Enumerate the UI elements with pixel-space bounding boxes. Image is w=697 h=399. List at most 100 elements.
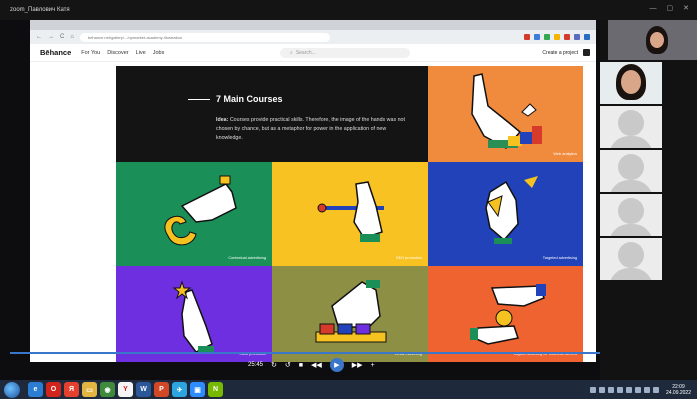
nav-jobs[interactable]: Jobs xyxy=(153,50,165,56)
hand-illustration-icon xyxy=(470,284,546,345)
avatar xyxy=(618,198,644,224)
extension-icon[interactable] xyxy=(564,34,570,40)
folder-icon[interactable]: ▭ xyxy=(82,382,97,397)
create-project-button[interactable]: Create a project xyxy=(542,50,578,56)
participant-avatar-3[interactable] xyxy=(600,106,662,148)
meeting-title-bar: zoom_Павлович Катя — ▢ ✕ xyxy=(0,0,697,20)
volume-tray-icon[interactable] xyxy=(643,386,650,393)
caption-seo-promotion: SEO promotion xyxy=(396,256,422,260)
reload-icon[interactable]: C xyxy=(60,34,64,40)
browser-address-row: ← → C ⌂ behance.net/gallery/.../upmarket… xyxy=(30,30,596,44)
word-icon[interactable]: W xyxy=(136,382,151,397)
yandex-browser-icon[interactable]: Y xyxy=(118,382,133,397)
system-tray: 22:09 24.09.2022 xyxy=(589,384,697,396)
nav-for-you[interactable]: For You xyxy=(81,50,100,56)
ie-icon[interactable]: e xyxy=(28,382,43,397)
participant-avatar-6[interactable] xyxy=(600,238,662,280)
participants-panel xyxy=(600,20,697,380)
close-icon[interactable]: ✕ xyxy=(683,5,689,13)
hand-illustration-icon xyxy=(315,280,387,343)
description-lead: Idea: xyxy=(216,117,229,123)
avatar xyxy=(618,154,644,180)
gallery-title: 7 Main Courses xyxy=(216,94,283,104)
opera-icon[interactable]: O xyxy=(46,382,61,397)
powerpoint-icon[interactable]: P xyxy=(154,382,169,397)
chrome-icon[interactable]: ◉ xyxy=(100,382,115,397)
undo-icon[interactable]: ↺ xyxy=(285,361,291,369)
forward-icon[interactable]: → xyxy=(48,34,54,40)
menu-icon[interactable] xyxy=(583,49,590,56)
taskbar-apps: e O Я ▭ ◉ Y W P ✈ ▣ N xyxy=(28,382,223,397)
extensions-row xyxy=(524,34,596,40)
rewind-icon[interactable]: ◀◀ xyxy=(311,361,322,369)
search-input[interactable]: ⌕ Search... xyxy=(280,48,410,58)
maximize-icon[interactable]: ▢ xyxy=(667,5,674,13)
face-shape xyxy=(650,32,664,48)
hand-illustration-icon xyxy=(485,176,538,244)
participant-video-2[interactable] xyxy=(600,62,662,104)
zoom-icon[interactable]: ▣ xyxy=(190,382,205,397)
avatar-body xyxy=(609,180,653,192)
caption-web-analytics: Web analytics xyxy=(553,152,577,156)
home-icon[interactable]: ⌂ xyxy=(70,34,74,40)
back-icon[interactable]: ← xyxy=(36,34,42,40)
hand-illustration-icon xyxy=(317,181,384,242)
window-controls: — ▢ ✕ xyxy=(650,5,690,13)
card-web-analytics[interactable]: Web analytics xyxy=(428,66,583,162)
participant-video-1[interactable] xyxy=(608,20,697,60)
hand-illustration-icon xyxy=(164,175,237,246)
nvidia-icon[interactable]: N xyxy=(208,382,223,397)
description-body: Courses provide practical skills. Theref… xyxy=(216,117,405,141)
redo-icon[interactable]: ↻ xyxy=(271,361,277,369)
nav-discover[interactable]: Discover xyxy=(107,50,128,56)
tray-icon[interactable] xyxy=(625,386,632,393)
avatar-body xyxy=(609,268,653,280)
tray-icon[interactable] xyxy=(634,386,641,393)
fast-forward-icon[interactable]: ▶▶ xyxy=(352,361,363,369)
extension-icon[interactable] xyxy=(544,34,550,40)
card-smm-promotion[interactable]: SMM promotion xyxy=(116,266,272,362)
network-tray-icon[interactable] xyxy=(652,386,659,393)
intro-panel: 7 Main Courses Idea: Courses provide pra… xyxy=(116,66,428,162)
tray-icon[interactable] xyxy=(607,386,614,393)
hand-illustration-icon xyxy=(172,280,214,353)
stop-icon[interactable]: ■ xyxy=(299,362,303,369)
nav-live[interactable]: Live xyxy=(136,50,146,56)
extension-icon[interactable] xyxy=(574,34,580,40)
participant-avatar-5[interactable] xyxy=(600,194,662,236)
card-targeted-advertising[interactable]: Targeted advertising xyxy=(428,162,583,266)
extension-icon[interactable] xyxy=(524,34,530,40)
avatar xyxy=(618,110,644,136)
address-bar[interactable]: behance.net/gallery/.../upmarket-academy… xyxy=(79,32,330,42)
caption-targeted-advertising: Targeted advertising xyxy=(542,256,577,260)
windows-taskbar: e O Я ▭ ◉ Y W P ✈ ▣ N 22:09 24.09.2022 xyxy=(0,380,697,399)
volume-icon[interactable]: + xyxy=(371,362,375,369)
hand-illustration-icon xyxy=(471,73,542,149)
extension-icon[interactable] xyxy=(554,34,560,40)
playback-progress-bar[interactable] xyxy=(10,352,602,354)
telegram-icon[interactable]: ✈ xyxy=(172,382,187,397)
yandex-icon[interactable]: Я xyxy=(64,382,79,397)
extension-icon[interactable] xyxy=(534,34,540,40)
search-placeholder: Search... xyxy=(295,50,316,56)
playback-time: 25:45 xyxy=(248,362,264,368)
behance-logo[interactable]: Bēhance xyxy=(40,48,71,57)
browser-tab-strip[interactable] xyxy=(30,20,596,30)
tray-icon[interactable] xyxy=(589,386,596,393)
clock-date: 24.09.2022 xyxy=(665,389,691,396)
minimize-icon[interactable]: — xyxy=(650,5,657,13)
card-contextual-advertising[interactable]: Contextual advertising xyxy=(116,162,272,266)
gallery-description: Idea: Courses provide practical skills. … xyxy=(216,116,406,143)
tray-icon[interactable] xyxy=(616,386,623,393)
card-seo-promotion[interactable]: SEO promotion xyxy=(272,162,428,266)
card-digital-marketing[interactable]: Digital marketing for business owners xyxy=(428,266,583,362)
tray-icon[interactable] xyxy=(598,386,605,393)
taskbar-clock[interactable]: 22:09 24.09.2022 xyxy=(666,384,691,396)
play-button[interactable]: ▶ xyxy=(329,358,344,372)
extension-icon[interactable] xyxy=(584,34,590,40)
avatar-body xyxy=(609,136,653,148)
start-button[interactable] xyxy=(4,381,20,398)
card-email-marketing[interactable]: Email marketing xyxy=(272,266,428,362)
participant-avatar-4[interactable] xyxy=(600,150,662,192)
face-shape xyxy=(621,70,641,94)
